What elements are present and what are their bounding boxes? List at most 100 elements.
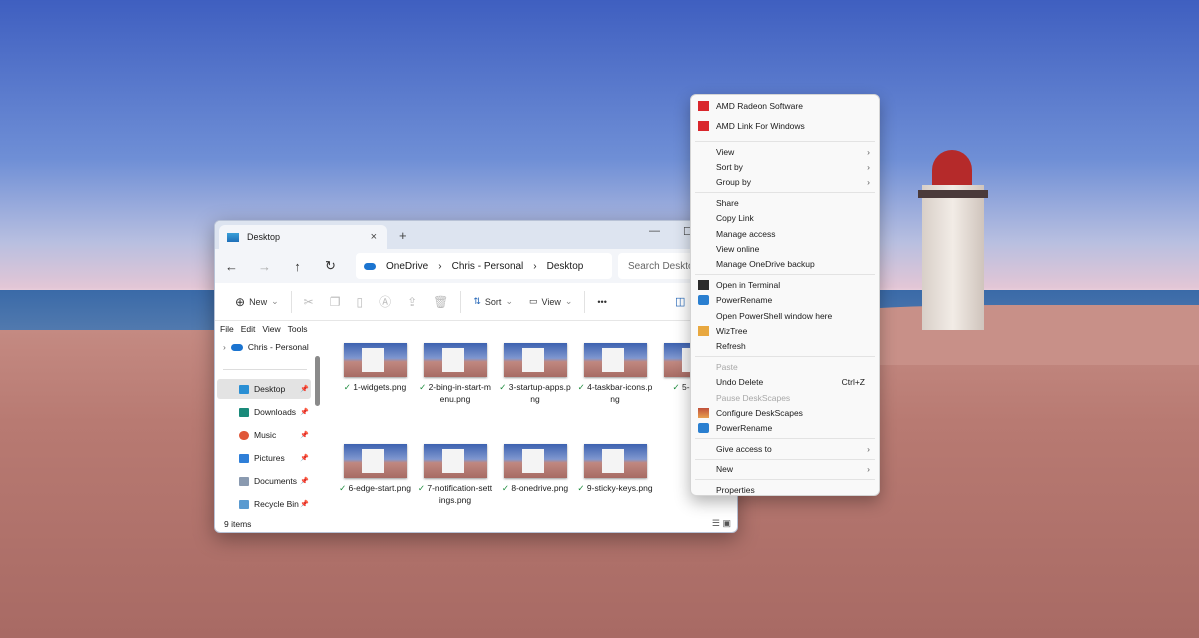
menu-item-open-in-terminal[interactable]: Open in Terminal [691,277,879,292]
view-button[interactable]: ▭ View ⌄ [521,290,580,314]
view-label: View [541,296,561,307]
menu-item-sort-by[interactable]: Sort by › [691,159,879,174]
tab-bar: Desktop × + — ☐ [215,221,737,249]
breadcrumb-chris-personal[interactable]: Chris - Personal [452,261,524,272]
sidebar-item-music[interactable]: Music 📌 [217,425,311,445]
menu-item-label: Copy Link [716,213,754,224]
sidebar-item-desktop[interactable]: Desktop 📌 [217,379,311,399]
menu-item-configure-deskscapes[interactable]: Configure DeskScapes [691,405,879,420]
chevron-down-icon: ⌄ [271,296,279,306]
sidebar-item-documents[interactable]: Documents 📌 [217,471,311,491]
clipboard-icon: ▯ [356,294,364,309]
menu-item-share[interactable]: Share [691,195,879,210]
sidebar-item-chris-personal[interactable]: › Chris - Personal [217,337,311,357]
sort-button[interactable]: ⇅ Sort ⌄ [465,290,521,314]
menu-tools[interactable]: Tools [288,324,308,334]
menu-item-view[interactable]: View › [691,144,879,159]
menu-item-powerrename[interactable]: PowerRename [691,421,879,436]
forward-button[interactable]: → [248,259,281,274]
menu-item-refresh[interactable]: Refresh [691,339,879,354]
new-tab-button[interactable]: + [399,228,407,243]
more-options-button[interactable]: ••• [589,290,614,314]
breadcrumb-onedrive[interactable]: OneDrive [386,261,428,272]
share-button[interactable]: ⇪ [399,290,425,314]
chevron-right-icon: › [867,146,870,157]
file-item[interactable]: ✓ 8-onedrive.png [497,444,573,494]
sidebar-item-downloads[interactable]: Downloads 📌 [217,402,311,422]
file-item[interactable]: ✓ 3-startup-apps.png [497,343,573,405]
new-button[interactable]: ⊕ New ⌄ [227,290,287,314]
delete-button[interactable]: 🗑 [425,290,456,314]
back-button[interactable]: ← [215,259,248,274]
close-tab-button[interactable]: × [371,231,377,243]
menu-item-label: Undo Delete [716,377,764,388]
divider [584,290,586,313]
menu-separator [695,438,875,440]
file-item[interactable]: ✓ 4-taskbar-icons.png [577,343,653,405]
sidebar-item-label: Downloads [254,407,297,417]
breadcrumb-desktop[interactable]: Desktop [547,261,584,272]
menu-item-amd-radeon-software[interactable]: AMD Radeon Software [691,98,879,113]
menu-item-wiztree[interactable]: WizTree [691,323,879,338]
menu-file[interactable]: File [220,324,234,334]
sidebar-scrollbar[interactable] [315,356,320,406]
menu-view[interactable]: View [262,324,280,334]
desktop-folder-icon [239,384,249,394]
pin-icon: 📌 [300,455,309,462]
menu-item-label: Sort by [716,161,743,172]
onedrive-cloud-icon [364,262,376,270]
menu-item-amd-link-for-windows[interactable]: AMD Link For Windows [691,119,879,134]
copy-button[interactable]: ❐ [322,290,349,314]
image-thumbnail [503,343,567,377]
cut-button[interactable]: ✂ [296,290,322,314]
chevron-right-icon: › [438,260,442,272]
sidebar-item-pictures[interactable]: Pictures 📌 [217,448,311,468]
recycle-bin-icon [239,499,249,509]
menu-item-powerrename[interactable]: PowerRename [691,293,879,308]
file-item[interactable]: ✓ 1-widgets.png [337,343,413,393]
menu-item-open-powershell-window-here[interactable]: Open PowerShell window here [691,308,879,323]
synced-check-icon: ✓ [419,382,429,392]
synced-check-icon: ✓ [501,483,512,493]
file-item[interactable]: ✓ 7-notification-settings.png [417,444,493,506]
menu-edit[interactable]: Edit [241,324,256,334]
sidebar-item-recycle-bin[interactable]: Recycle Bin 📌 [217,494,311,514]
menu-item-view-online[interactable]: View online [691,241,879,256]
tab-desktop[interactable]: Desktop × [219,225,387,249]
minimize-button[interactable]: — [649,225,660,237]
tiles-view-icon[interactable]: ▣ [722,518,731,528]
menu-item-undo-delete[interactable]: Undo Delete Ctrl+Z [691,375,879,390]
image-thumbnail [583,343,647,377]
lighthouse-lantern [932,150,972,190]
image-thumbnail [343,444,407,478]
refresh-button[interactable]: ↻ [314,258,347,274]
menu-item-copy-link[interactable]: Copy Link [691,211,879,226]
sidebar-item-label: Pictures [254,453,285,463]
menu-item-paste: Paste [691,359,879,374]
pin-icon: 📌 [300,409,309,416]
file-item[interactable]: ✓ 2-bing-in-start-menu.png [417,343,493,405]
item-count: 9 items [224,519,252,529]
file-name: 1-widgets.png [353,382,407,392]
chevron-right-icon: › [867,161,870,172]
file-item[interactable]: ✓ 9-sticky-keys.png [577,444,653,494]
menu-item-new[interactable]: New › [691,462,879,477]
file-item[interactable]: ✓ 6-edge-start.png [337,444,413,494]
rename-button[interactable]: Ⓐ [371,290,399,314]
divider [290,290,292,313]
details-view-icon[interactable]: ☰ [712,518,720,528]
breadcrumb[interactable]: OneDrive › Chris - Personal › Desktop [356,253,612,279]
menu-item-manage-access[interactable]: Manage access [691,226,879,241]
deskscapes-icon [698,407,709,418]
menu-item-manage-onedrive-backup[interactable]: Manage OneDrive backup [691,257,879,272]
menu-item-properties[interactable]: Properties [691,482,879,497]
menu-item-group-by[interactable]: Group by › [691,175,879,190]
menu-item-label: PowerRename [716,423,773,434]
menu-item-label: Configure DeskScapes [716,407,803,418]
up-button[interactable]: ↑ [281,259,314,274]
menu-item-label: View [716,146,735,157]
view-icon: ▭ [528,296,538,306]
paste-button[interactable]: ▯ [348,290,371,314]
menu-item-give-access-to[interactable]: Give access to › [691,441,879,456]
divider [460,290,462,313]
